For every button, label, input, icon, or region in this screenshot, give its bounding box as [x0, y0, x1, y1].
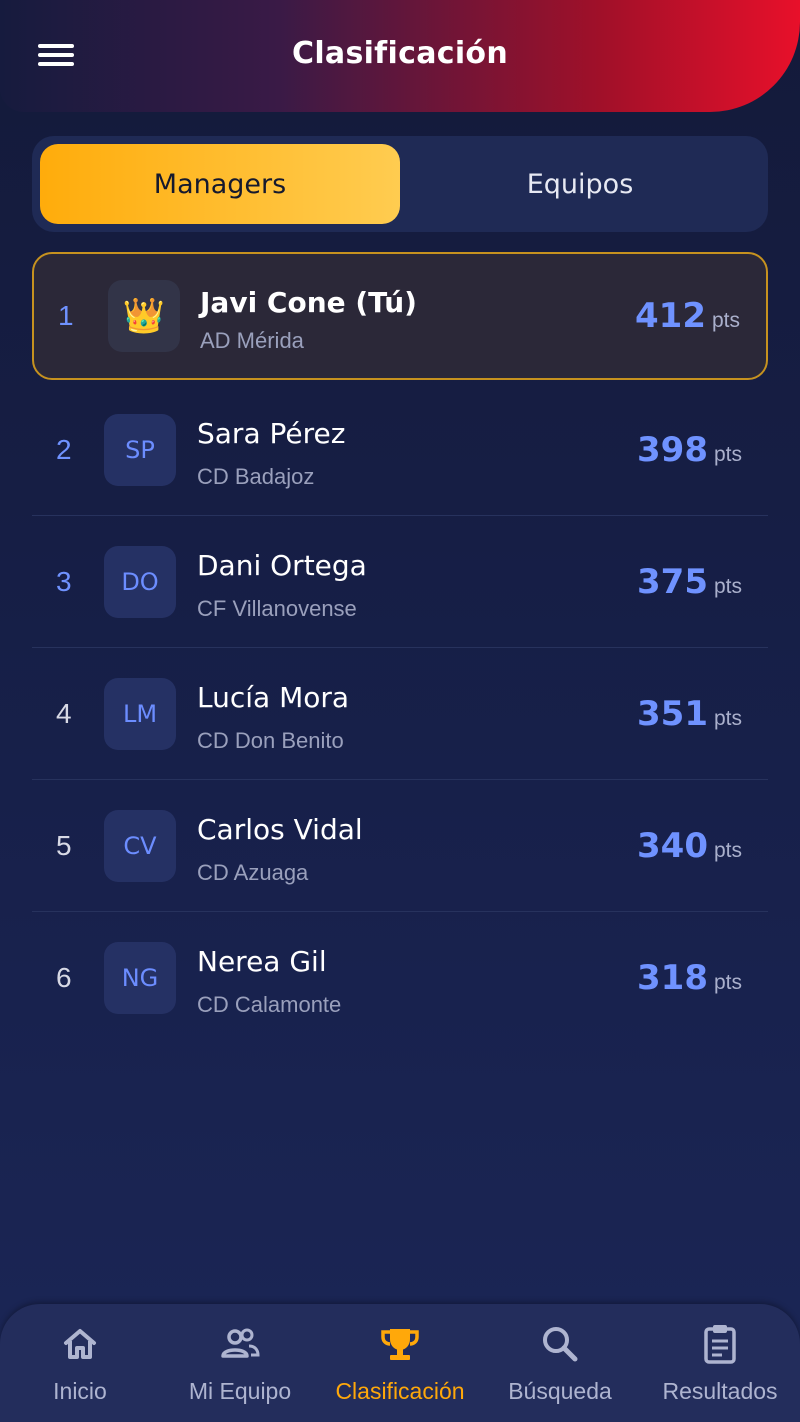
points-unit: pts [713, 838, 742, 862]
leaderboard-row-me[interactable]: 1 👑 Javi Cone (Tú) AD Mérida 412 pts [32, 252, 768, 380]
points-display: 412 pts [635, 296, 740, 336]
nav-label: Mi Equipo [188, 1378, 292, 1404]
search-icon [543, 1327, 578, 1362]
avatar: SP [104, 413, 176, 486]
avatar: NG [104, 942, 176, 1014]
leaderboard-list: 1 👑 Javi Cone (Tú) AD Mérida 412 pts 2 S… [32, 252, 768, 1044]
club-name: CF Villanovense [197, 596, 357, 621]
manager-name: Dani Ortega [197, 549, 367, 582]
nav-label: Clasificación [335, 1378, 465, 1404]
leaderboard-row[interactable]: 3 DO Dani Ortega CF Villanovense 375 pts [32, 516, 768, 648]
points-value: 318 [637, 958, 708, 998]
points-value: 351 [637, 693, 708, 734]
manager-name: Sara Pérez [197, 417, 346, 450]
leaderboard-row[interactable]: 5 CV Carlos Vidal CD Azuaga 340 pts [32, 780, 768, 912]
crown-icon: 👑 [122, 296, 166, 336]
app-header: Clasificación [0, 0, 800, 112]
club-name: CD Azuaga [197, 860, 309, 885]
club-name: CD Calamonte [197, 992, 342, 1017]
points-unit: pts [711, 309, 740, 332]
points-unit: pts [713, 574, 742, 598]
manager-name: Javi Cone (Tú) [200, 286, 417, 319]
manager-name: Carlos Vidal [197, 813, 363, 846]
rank-number: 2 [56, 433, 72, 465]
points-value: 375 [637, 561, 708, 602]
club-name: CD Don Benito [197, 728, 344, 753]
nav-label: Resultados [662, 1378, 778, 1404]
points-display: 318 pts [637, 958, 742, 998]
points-value: 398 [637, 429, 708, 470]
home-icon [64, 1329, 96, 1359]
avatar: DO [104, 545, 176, 618]
tab-equipos[interactable]: Equipos [400, 144, 760, 224]
club-name: CD Badajoz [197, 464, 315, 489]
page-title: Clasificación [292, 36, 508, 71]
avatar: CV [104, 809, 176, 882]
points-value: 340 [637, 825, 708, 866]
manager-name: Nerea Gil [197, 945, 327, 978]
points-display: 351 pts [637, 694, 742, 734]
avatar: LM [104, 677, 176, 750]
rank-number: 5 [56, 829, 72, 861]
leaderboard-row[interactable]: 4 LM Lucía Mora CD Don Benito 351 pts [32, 648, 768, 780]
points-unit: pts [713, 706, 742, 730]
nav-busqueda[interactable]: Búsqueda [480, 1304, 640, 1422]
clipboard-icon [704, 1325, 736, 1364]
people-icon [221, 1328, 260, 1358]
avatar: 👑 [108, 280, 180, 352]
nav-clasificacion[interactable]: Clasificación [320, 1304, 480, 1422]
nav-label: Búsqueda [508, 1378, 612, 1404]
leaderboard-row[interactable]: 2 SP Sara Pérez CD Badajoz 398 pts [32, 384, 768, 516]
club-name: AD Mérida [200, 328, 304, 353]
bottom-nav: Inicio Mi Equipo Clasificación Búsqueda [0, 1304, 800, 1422]
leaderboard-row[interactable]: 6 NG Nerea Gil CD Calamonte 318 pts [32, 912, 768, 1044]
manager-name: Lucía Mora [197, 681, 350, 714]
points-display: 398 pts [637, 430, 742, 470]
points-unit: pts [713, 971, 742, 994]
nav-resultados[interactable]: Resultados [640, 1304, 800, 1422]
trophy-icon [381, 1329, 419, 1360]
rank-number: 6 [56, 962, 72, 993]
rank-number: 1 [58, 300, 74, 331]
nav-mi-equipo[interactable]: Mi Equipo [160, 1304, 320, 1422]
segment-tabs: Managers Equipos [32, 136, 768, 232]
nav-inicio[interactable]: Inicio [0, 1304, 160, 1422]
tab-managers[interactable]: Managers [40, 144, 400, 224]
points-display: 340 pts [637, 826, 742, 866]
rank-number: 4 [56, 697, 72, 729]
rank-number: 3 [56, 565, 72, 597]
points-value: 412 [635, 296, 706, 336]
points-unit: pts [713, 442, 742, 466]
points-display: 375 pts [637, 562, 742, 602]
nav-label: Inicio [53, 1378, 107, 1404]
